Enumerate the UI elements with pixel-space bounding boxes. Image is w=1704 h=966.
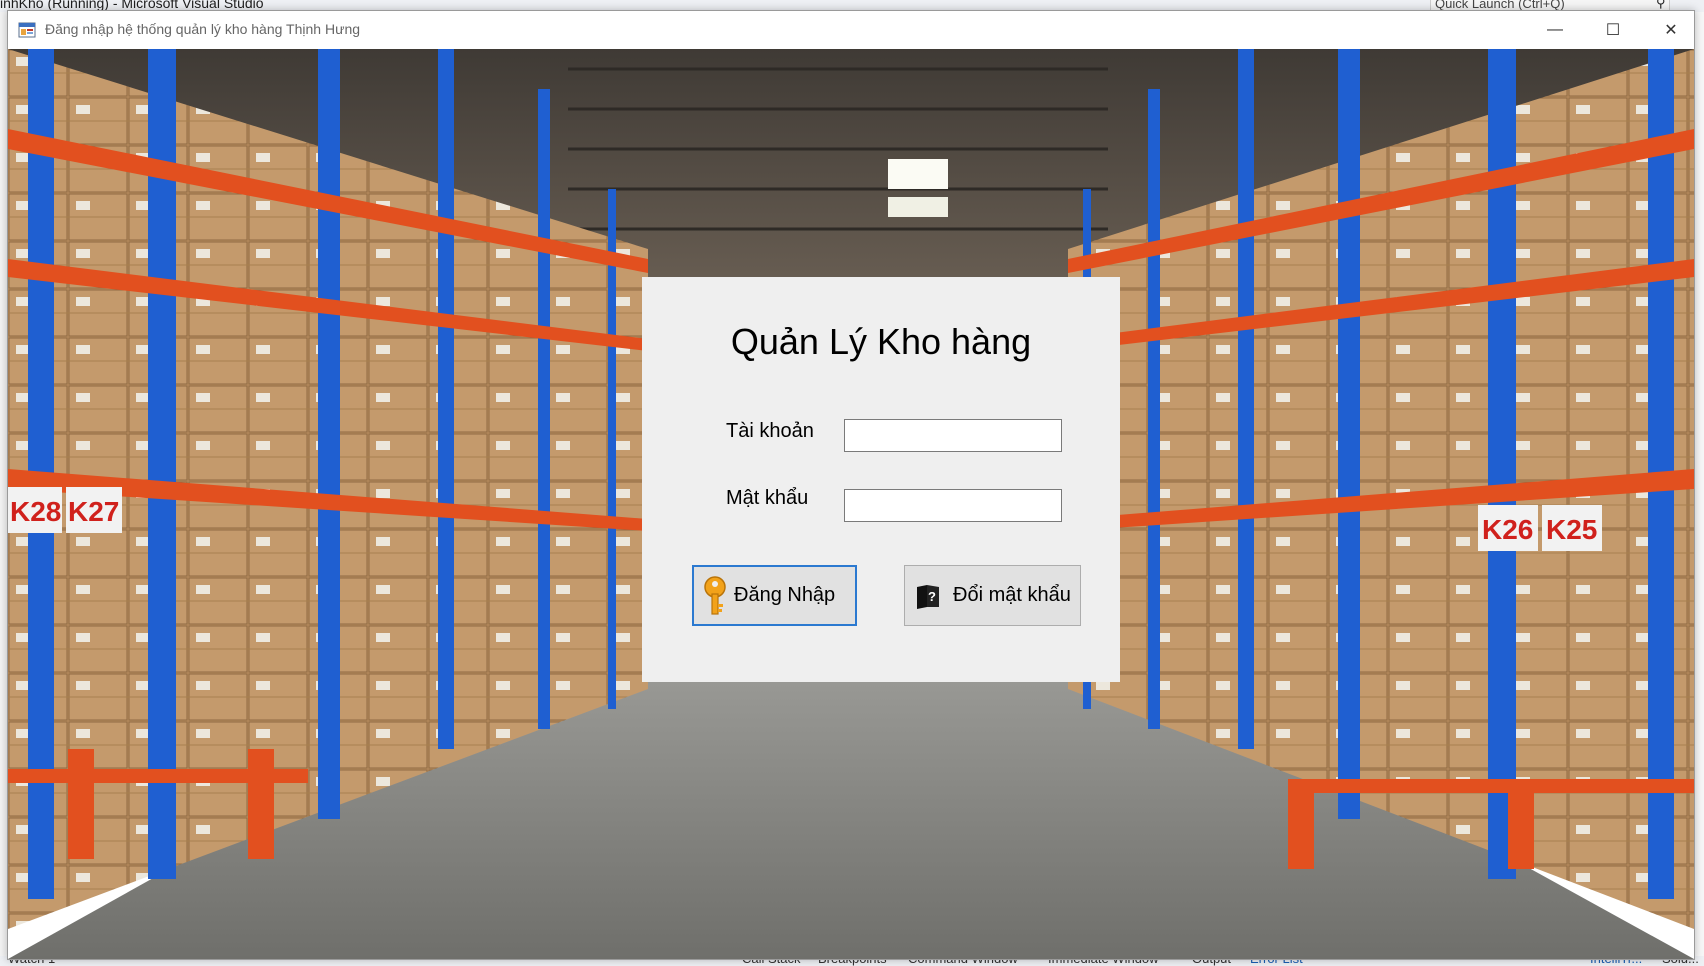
key-icon bbox=[704, 575, 726, 615]
search-icon[interactable]: ⚲ bbox=[1656, 0, 1666, 9]
close-button[interactable]: ✕ bbox=[1642, 11, 1700, 49]
rack-label-k26: K26 bbox=[1482, 514, 1533, 545]
change-password-button[interactable]: ? Đổi mật khẩu bbox=[904, 565, 1081, 626]
password-label: Mật khẩu bbox=[726, 487, 809, 509]
rack-label-k25: K25 bbox=[1546, 514, 1597, 545]
login-window: Đăng nhập hệ thống quản lý kho hàng Thịn… bbox=[7, 10, 1695, 960]
username-label: Tài khoản bbox=[726, 420, 814, 442]
login-panel: Quản Lý Kho hàng Tài khoản Mật khẩu Đăng… bbox=[642, 277, 1120, 682]
close-icon: ✕ bbox=[1664, 22, 1678, 39]
book-help-icon: ? bbox=[917, 584, 939, 609]
window-titlebar[interactable]: Đăng nhập hệ thống quản lý kho hàng Thịn… bbox=[8, 11, 1694, 49]
username-input[interactable] bbox=[844, 419, 1062, 452]
vs-window-title: inhKho (Running) - Microsoft Visual Stud… bbox=[0, 0, 264, 11]
maximize-icon: ☐ bbox=[1605, 22, 1621, 39]
svg-text:?: ? bbox=[928, 589, 936, 604]
app-form-icon bbox=[18, 22, 36, 38]
rack-label-k28: K28 bbox=[10, 496, 61, 527]
maximize-button[interactable]: ☐ bbox=[1584, 11, 1642, 49]
login-button-label: Đăng Nhập bbox=[734, 584, 836, 606]
window-title: Đăng nhập hệ thống quản lý kho hàng Thịn… bbox=[45, 21, 361, 37]
minimize-button[interactable]: — bbox=[1526, 11, 1584, 49]
password-input[interactable] bbox=[844, 489, 1062, 522]
login-button[interactable]: Đăng Nhập bbox=[692, 565, 857, 626]
change-password-button-label: Đổi mật khẩu bbox=[953, 584, 1071, 606]
page-title: Quản Lý Kho hàng bbox=[730, 321, 1032, 362]
minimize-icon: — bbox=[1547, 21, 1563, 38]
vs-right-panel bbox=[1694, 12, 1704, 966]
rack-label-k27: K27 bbox=[68, 496, 119, 527]
